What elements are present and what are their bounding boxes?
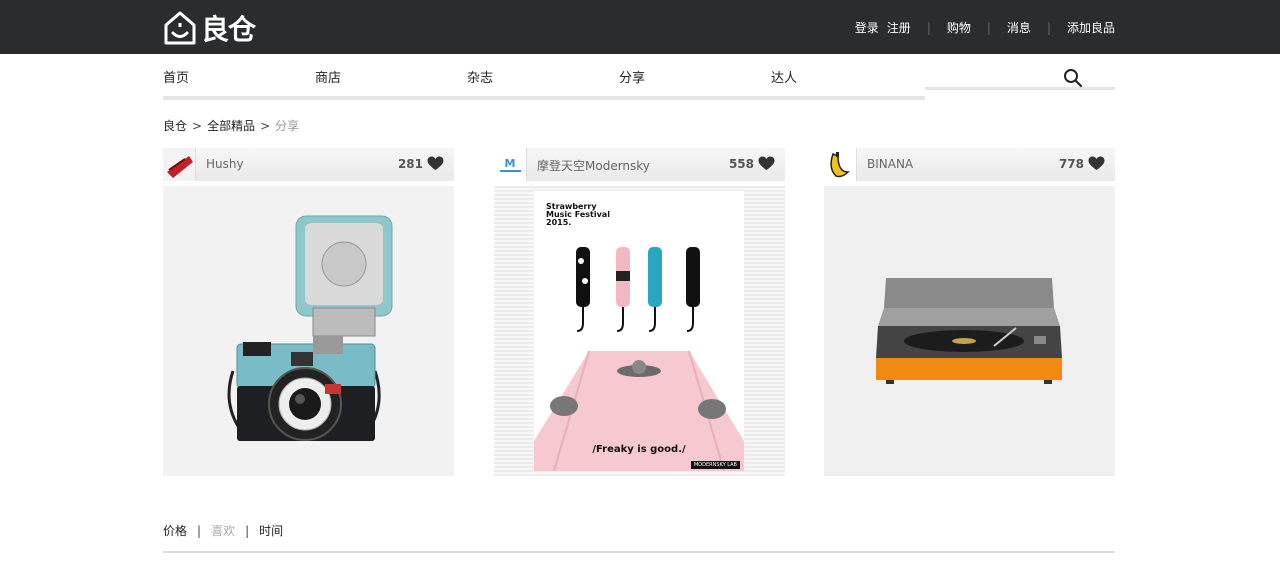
product-image-poster[interactable]: Strawberry Music Festival 2015. /Freaky … [494, 186, 785, 476]
nav-shop[interactable]: 商店 [315, 67, 341, 86]
like-count-value: 558 [728, 156, 754, 171]
divider: | [926, 20, 931, 35]
logo[interactable]: 良仓 [163, 9, 256, 47]
divider: | [197, 524, 202, 538]
nav-home[interactable]: 首页 [163, 67, 189, 86]
brand-name: 良仓 [201, 13, 256, 46]
register-link[interactable]: 注册 [887, 19, 911, 36]
sort-price[interactable]: 价格 [163, 524, 187, 538]
breadcrumb-current: 分享 [275, 119, 300, 133]
avatar[interactable] [163, 148, 196, 181]
search-icon[interactable] [1063, 68, 1083, 88]
breadcrumb-separator: > [192, 119, 203, 133]
product-card[interactable]: M 摩登天空Modernsky 558 Strawberry Music Fes… [494, 148, 785, 476]
divider-line [163, 551, 1115, 553]
sort-like[interactable]: 喜欢 [211, 524, 235, 538]
sort-filters: 价格 | 喜欢 | 时间 [163, 522, 283, 539]
login-link[interactable]: 登录 [855, 19, 879, 36]
nav-experts[interactable]: 达人 [771, 67, 797, 86]
add-item-link[interactable]: 添加良品 [1067, 19, 1115, 36]
nav-magazine[interactable]: 杂志 [467, 67, 493, 86]
like-count[interactable]: 281 [398, 156, 444, 171]
card-header: M 摩登天空Modernsky 558 [494, 148, 785, 181]
product-image-camera[interactable] [163, 186, 454, 476]
svg-text:M: M [505, 157, 516, 170]
card-author[interactable]: 摩登天空Modernsky [537, 157, 650, 174]
card-header: Hushy 281 [163, 148, 454, 181]
product-card[interactable]: BINANA 778 [824, 148, 1115, 476]
poster-year: 2015. [546, 218, 572, 227]
like-count[interactable]: 778 [1059, 156, 1105, 171]
divider: | [245, 524, 250, 538]
avatar[interactable]: M [494, 148, 527, 181]
top-bar: 良仓 登录 注册 | 购物 | 消息 | 添加良品 [0, 0, 1280, 54]
card-author[interactable]: BINANA [867, 157, 913, 171]
breadcrumb-category[interactable]: 全部精品 [207, 119, 255, 133]
avatar[interactable] [824, 148, 857, 181]
main-nav: 首页 商店 杂志 分享 达人 [163, 54, 925, 100]
card-author[interactable]: Hushy [206, 157, 244, 171]
search-input[interactable] [925, 62, 1069, 78]
breadcrumb: 良仓 > 全部精品 > 分享 [163, 117, 299, 134]
like-count-value: 281 [397, 156, 423, 171]
heart-icon[interactable] [758, 156, 775, 171]
card-header: BINANA 778 [824, 148, 1115, 181]
divider: | [986, 20, 991, 35]
top-nav: 登录 注册 | 购物 | 消息 | 添加良品 [855, 19, 1115, 36]
search-box [925, 54, 1115, 90]
breadcrumb-separator: > [260, 119, 271, 133]
poster-footer: MODERNSKY LAB [690, 461, 740, 469]
breadcrumb-home[interactable]: 良仓 [163, 119, 187, 133]
poster-slogan: /Freaky is good./ [592, 444, 686, 455]
divider: | [1046, 20, 1051, 35]
product-card[interactable]: Hushy 281 [163, 148, 454, 476]
festival-poster: Strawberry Music Festival 2015. /Freaky … [534, 191, 744, 471]
like-count[interactable]: 558 [729, 156, 775, 171]
heart-icon[interactable] [427, 156, 444, 171]
messages-link[interactable]: 消息 [1007, 19, 1031, 36]
like-count-value: 778 [1058, 156, 1084, 171]
heart-icon[interactable] [1088, 156, 1105, 171]
cart-link[interactable]: 购物 [947, 19, 971, 36]
sort-time[interactable]: 时间 [259, 524, 283, 538]
house-smile-icon [164, 11, 196, 45]
nav-share[interactable]: 分享 [619, 67, 645, 86]
product-image-turntable[interactable] [824, 186, 1115, 476]
